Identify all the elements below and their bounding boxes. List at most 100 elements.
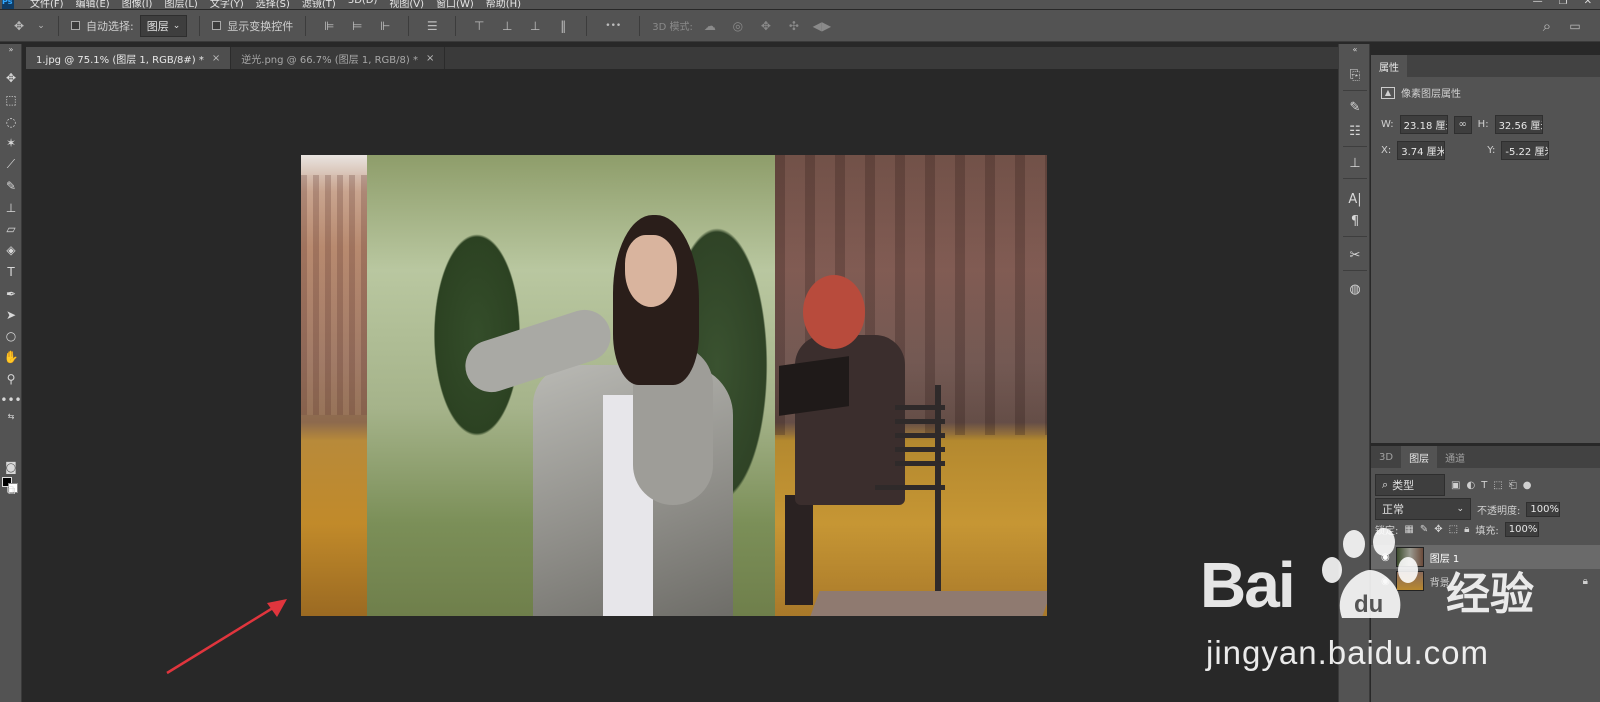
screen-mode-icon[interactable]: ⧉ xyxy=(1,480,21,500)
filter-adjustment-icon[interactable]: ◐ xyxy=(1466,480,1475,491)
adjustments-icon[interactable]: ☷ xyxy=(1344,120,1366,142)
blend-row: 正常 ⌄ 不透明度: 100% xyxy=(1371,498,1600,520)
canvas-area[interactable] xyxy=(23,69,1338,702)
link-dimensions-icon[interactable]: ∞ xyxy=(1453,115,1472,134)
filter-shape-icon[interactable]: ⬚ xyxy=(1493,480,1502,491)
align-left-icon[interactable]: ⊫ xyxy=(318,17,340,35)
paragraph-panel-icon[interactable]: ¶ xyxy=(1344,210,1366,232)
align-top-icon[interactable]: ⊤ xyxy=(468,17,490,35)
layers-tabbar: 3D 图层 通道 xyxy=(1371,446,1600,468)
3d-scale-icon[interactable]: ◀▶ xyxy=(811,17,833,35)
more-tools-icon[interactable]: ••• xyxy=(0,390,21,410)
filter-toggle-icon[interactable]: ● xyxy=(1523,480,1532,491)
layer-filter-dropdown[interactable]: ⌕ 类型 xyxy=(1375,474,1445,496)
pen-tool-icon[interactable]: ✒ xyxy=(1,284,21,304)
workspace-icon[interactable]: ▭ xyxy=(1564,17,1586,35)
menu-window[interactable]: 窗口(W) xyxy=(436,0,474,9)
more-options-button[interactable]: ••• xyxy=(599,17,627,35)
tab-label: 1.jpg @ 75.1% (图层 1, RGB/8#) * xyxy=(36,54,204,66)
tab-document-2[interactable]: 逆光.png @ 66.7% (图层 1, RGB/8) * × xyxy=(231,47,446,69)
menu-3d[interactable]: 3D(D) xyxy=(348,0,378,9)
align-bottom-icon[interactable]: ⊥ xyxy=(524,17,546,35)
blend-mode-dropdown[interactable]: 正常 ⌄ xyxy=(1375,498,1471,520)
auto-select-label: 自动选择: xyxy=(86,19,134,33)
character-panel-icon[interactable]: A| xyxy=(1344,188,1366,210)
zoom-tool-icon[interactable]: ⚲ xyxy=(1,369,21,389)
paint-bucket-tool-icon[interactable]: ◈ xyxy=(1,240,21,260)
clone-stamp-tool-icon[interactable]: ⊥ xyxy=(1,198,21,218)
move-tool-icon[interactable]: ✥ xyxy=(8,17,30,35)
menu-filter[interactable]: 滤镜(T) xyxy=(302,0,336,9)
filter-pixel-icon[interactable]: ▣ xyxy=(1451,480,1460,491)
3d-roll-icon[interactable]: ◎ xyxy=(727,17,749,35)
menu-edit[interactable]: 编辑(E) xyxy=(76,0,110,9)
brush-tool-icon[interactable]: ✎ xyxy=(1,176,21,196)
tools-panel: » ✥ ⬚ ◌ ✶ ⟋ ✎ ⊥ ▱ ◈ T ✒ ➤ ○ ✋ ⚲ ••• ⇆ ◙ … xyxy=(0,44,22,702)
menu-type[interactable]: 文字(Y) xyxy=(210,0,244,9)
tab-layers[interactable]: 图层 xyxy=(1401,446,1438,468)
menu-layer[interactable]: 图层(L) xyxy=(164,0,197,9)
height-field[interactable]: 32.56 厘米 xyxy=(1494,115,1543,134)
close-window-button[interactable]: ✕ xyxy=(1584,0,1592,7)
photo-woman-portrait xyxy=(367,155,775,616)
auto-select-target-dropdown[interactable]: 图层 ⌄ xyxy=(139,14,188,37)
tab-properties[interactable]: 属性 xyxy=(1371,55,1407,77)
tab-3d[interactable]: 3D xyxy=(1371,446,1401,468)
y-field[interactable]: -5.22 厘米 xyxy=(1501,141,1550,160)
collapse-toolbar-icon[interactable]: » xyxy=(1,44,21,54)
minimize-button[interactable]: — xyxy=(1533,0,1543,7)
align-right-icon[interactable]: ⊩ xyxy=(374,17,396,35)
tab-channels[interactable]: 通道 xyxy=(1437,446,1473,468)
width-field[interactable]: 23.18 厘米 xyxy=(1399,115,1448,134)
close-tab-icon[interactable]: × xyxy=(212,53,220,64)
lasso-tool-icon[interactable]: ◌ xyxy=(1,112,21,132)
search-icon[interactable]: ⌕ xyxy=(1536,17,1558,35)
path-selection-tool-icon[interactable]: ➤ xyxy=(1,305,21,325)
align-hcenter-icon[interactable]: ⊨ xyxy=(346,17,368,35)
filter-type-icon[interactable]: T xyxy=(1481,480,1487,491)
hand-tool-icon[interactable]: ✋ xyxy=(1,347,21,367)
collapse-dock-icon[interactable]: « xyxy=(1344,44,1366,54)
tool-presets-icon[interactable]: ✂ xyxy=(1344,244,1366,266)
libraries-icon[interactable]: ◍ xyxy=(1344,278,1366,300)
3d-pan-icon[interactable]: ✥ xyxy=(755,17,777,35)
menu-select[interactable]: 选择(S) xyxy=(256,0,290,9)
quick-mask-icon[interactable]: ◙ xyxy=(1,457,21,477)
align-vcenter-icon[interactable]: ⊥ xyxy=(496,17,518,35)
history-panel-icon[interactable]: ⎘ xyxy=(1344,64,1366,86)
3d-slide-icon[interactable]: ✣ xyxy=(783,17,805,35)
brush-settings-icon[interactable]: ✎ xyxy=(1344,96,1366,118)
restore-button[interactable]: ❐ xyxy=(1559,0,1568,7)
divider xyxy=(586,15,588,36)
width-row: W: 23.18 厘米 ∞ H: 32.56 厘米 xyxy=(1381,115,1543,134)
eraser-tool-icon[interactable]: ▱ xyxy=(1,219,21,239)
document-canvas[interactable] xyxy=(301,155,1047,616)
options-bar: ✥ ⌄ 自动选择: 图层 ⌄ 显示变换控件 ⊫ ⊨ ⊩ ☰ ⊤ ⊥ ⊥ ‖ •••… xyxy=(0,10,1600,42)
h-label: H: xyxy=(1477,119,1489,130)
swap-colors-icon[interactable]: ⇆ xyxy=(1,410,21,422)
3d-orbit-icon[interactable]: ☁ xyxy=(699,17,721,35)
menu-file[interactable]: 文件(F) xyxy=(30,0,64,9)
show-transform-checkbox[interactable] xyxy=(212,21,222,30)
auto-select-checkbox[interactable] xyxy=(71,21,80,30)
menu-view[interactable]: 视图(V) xyxy=(389,0,424,9)
x-field[interactable]: 3.74 厘米 xyxy=(1397,141,1446,160)
clone-source-icon[interactable]: ⊥ xyxy=(1344,152,1366,174)
menu-image[interactable]: 图像(I) xyxy=(122,0,153,9)
tool-preset-chevron-icon[interactable]: ⌄ xyxy=(36,17,46,35)
eyedropper-tool-icon[interactable]: ⟋ xyxy=(1,154,21,174)
type-tool-icon[interactable]: T xyxy=(1,262,21,282)
marquee-tool-icon[interactable]: ⬚ xyxy=(1,90,21,110)
move-tool-icon[interactable]: ✥ xyxy=(1,68,21,88)
tab-document-1[interactable]: 1.jpg @ 75.1% (图层 1, RGB/8#) * × xyxy=(26,47,232,69)
y-label: Y: xyxy=(1487,145,1496,156)
align-hdistribute-icon[interactable]: ☰ xyxy=(421,17,443,35)
opacity-field[interactable]: 100% xyxy=(1526,501,1561,517)
close-tab-icon[interactable]: × xyxy=(426,53,434,64)
align-vdistribute-icon[interactable]: ‖ xyxy=(552,17,574,35)
filter-smart-object-icon[interactable]: ⎗ xyxy=(1509,480,1517,491)
menu-help[interactable]: 帮助(H) xyxy=(486,0,521,9)
magic-wand-tool-icon[interactable]: ✶ xyxy=(1,133,21,153)
divider xyxy=(305,15,307,36)
ellipse-tool-icon[interactable]: ○ xyxy=(1,326,21,346)
